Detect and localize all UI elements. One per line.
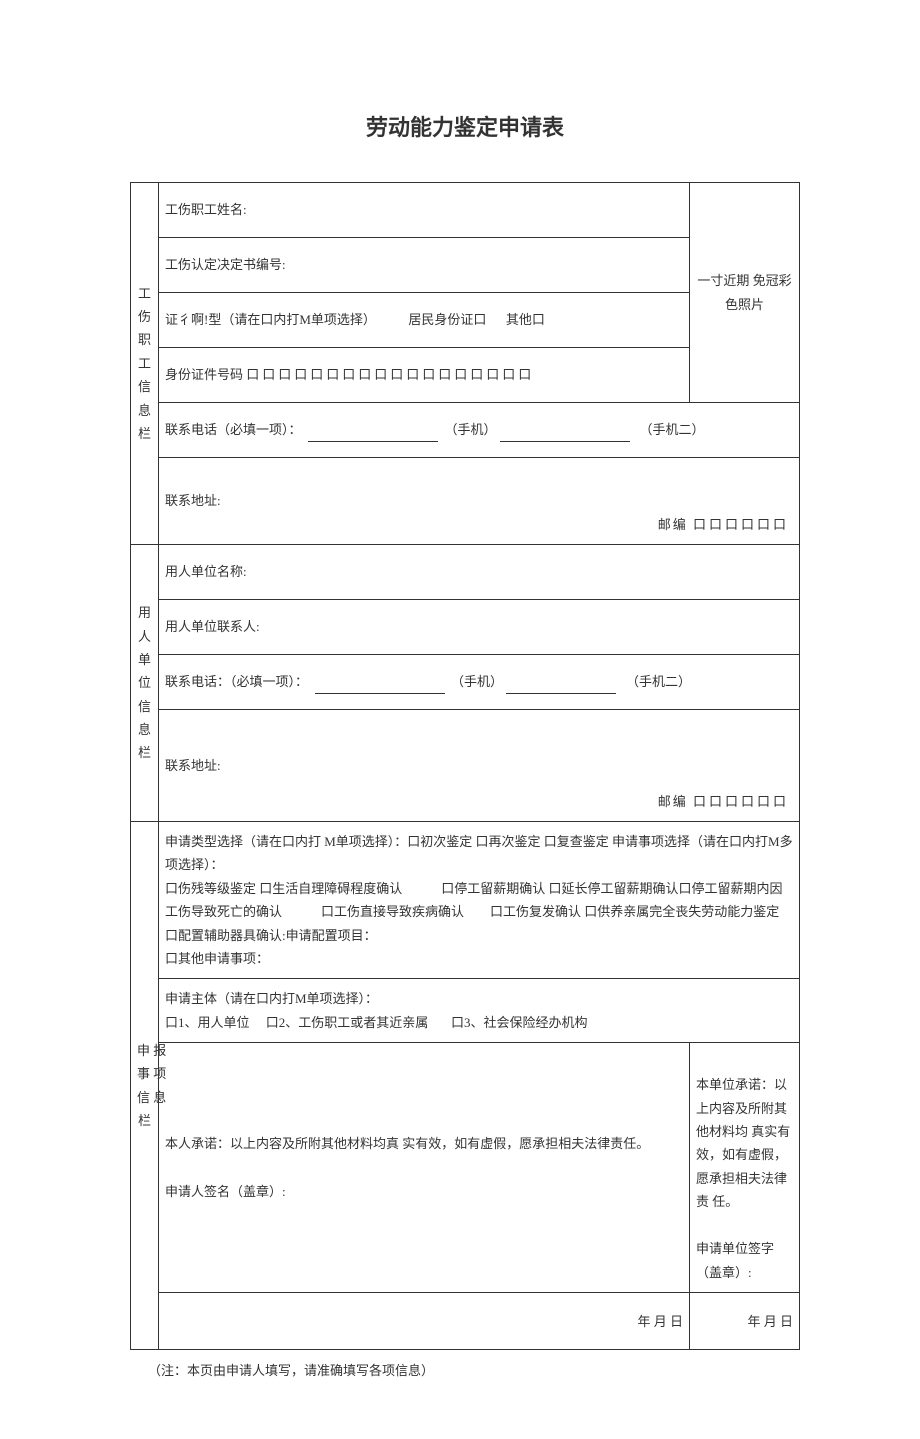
decision-no-row[interactable]: 工伤认定决定书编号: bbox=[159, 238, 690, 293]
employer-phone2-input[interactable] bbox=[506, 679, 616, 694]
apply-type-text: 申请类型选择（请在口内打 M单项选择）：口初次鉴定 口再次鉴定 口复查鉴定 申请… bbox=[165, 834, 818, 966]
employer-phone-label: 联系电话：（必填一项）： bbox=[165, 674, 308, 689]
date-unit: 年 月 日 bbox=[747, 1314, 793, 1329]
employer-phone-row[interactable]: 联系电话：（必填一项）： （手机） （手机二） bbox=[159, 655, 800, 710]
employer-name-row[interactable]: 用人单位名称: bbox=[159, 545, 800, 600]
section2-label: 用人单位信息栏 bbox=[131, 545, 159, 822]
photo-text: 一寸近期 免冠彩色照片 bbox=[697, 273, 791, 311]
employer-postal-boxes[interactable]: 口口口口口口 bbox=[693, 794, 789, 809]
photo-cell: 一寸近期 免冠彩色照片 bbox=[690, 183, 800, 403]
sign-person-label[interactable]: 申请人签名（盖章）: bbox=[165, 1180, 683, 1203]
employer-name-label: 用人单位名称: bbox=[165, 564, 247, 579]
employer-addr-label: 联系地址: bbox=[165, 758, 221, 773]
sign-unit-label[interactable]: 申请单位签字（盖章）: bbox=[696, 1237, 793, 1284]
employer-phone-m2: （手机二） bbox=[626, 674, 691, 689]
id-no-label: 身份证件号码 bbox=[165, 367, 243, 382]
worker-phone-label: 联系电话（必填一项）： bbox=[165, 422, 302, 437]
employer-phone1-input[interactable] bbox=[315, 679, 445, 694]
worker-phone1-input[interactable] bbox=[308, 427, 438, 442]
worker-name-row[interactable]: 工伤职工姓名: bbox=[159, 183, 690, 238]
apply-subject-opt3[interactable]: 口3、社会保险经办机构 bbox=[451, 1015, 588, 1030]
declare-unit-text: 本单位承诺：以上内容及所附其他材料均 真实有效，如有虚假，愿承担相夫法律责 任。 bbox=[696, 1073, 793, 1213]
worker-phone-m1: （手机） bbox=[445, 422, 497, 437]
decision-no-label: 工伤认定决定书编号: bbox=[165, 257, 286, 272]
apply-subject-opt1[interactable]: 口1、用人单位 bbox=[165, 1015, 250, 1030]
date-person-cell[interactable]: 年 月 日 bbox=[159, 1293, 690, 1350]
id-type-opt-other[interactable]: 其他口 bbox=[506, 312, 545, 327]
apply-subject-cell[interactable]: 申请主体（请在口内打M单项选择）： 口1、用人单位 口2、工伤职工或者其近亲属 … bbox=[159, 979, 800, 1043]
worker-phone-m2: （手机二） bbox=[640, 422, 705, 437]
id-no-row[interactable]: 身份证件号码 口口口口口口口口口口口口口口口口口口 bbox=[159, 348, 690, 403]
employer-postal-label: 邮编 bbox=[658, 794, 688, 809]
declare-unit-cell: 本单位承诺：以上内容及所附其他材料均 真实有效，如有虚假，愿承担相夫法律责 任。… bbox=[690, 1043, 800, 1293]
apply-subject-opt2[interactable]: 口2、工伤职工或者其近亲属 bbox=[266, 1015, 429, 1030]
section3-label: 申 报事 项信 息栏 bbox=[131, 822, 159, 1350]
footnote: （注：本页由申请人填写，请准确填写各项信息） bbox=[130, 1360, 800, 1379]
id-no-boxes[interactable]: 口口口口口口口口口口口口口口口口口口 bbox=[246, 367, 534, 382]
id-type-label: 证彳啊!型（请在口内打M单项选择） bbox=[165, 312, 376, 327]
worker-phone2-input[interactable] bbox=[500, 427, 630, 442]
date-person: 年 月 日 bbox=[637, 1314, 683, 1329]
apply-type-cell[interactable]: 申请类型选择（请在口内打 M单项选择）：口初次鉴定 口再次鉴定 口复查鉴定 申请… bbox=[159, 822, 800, 979]
section1-label: 工伤职工信息栏 bbox=[131, 183, 159, 545]
declare-person-cell: 本人承诺：以上内容及所附其他材料均真 实有效，如有虚假，愿承担相夫法律责任。 申… bbox=[159, 1043, 690, 1293]
employer-contact-row[interactable]: 用人单位联系人: bbox=[159, 600, 800, 655]
worker-postal-boxes[interactable]: 口口口口口口 bbox=[693, 517, 789, 532]
worker-phone-row[interactable]: 联系电话（必填一项）： （手机） （手机二） bbox=[159, 403, 800, 458]
page-title: 劳动能力鉴定申请表 bbox=[130, 110, 800, 142]
date-unit-cell[interactable]: 年 月 日 bbox=[690, 1293, 800, 1350]
employer-contact-label: 用人单位联系人: bbox=[165, 619, 260, 634]
declare-person-text: 本人承诺：以上内容及所附其他材料均真 实有效，如有虚假，愿承担相夫法律责任。 bbox=[165, 1132, 683, 1155]
employer-phone-m1: （手机） bbox=[451, 674, 503, 689]
id-type-opt-resident[interactable]: 居民身份证口 bbox=[408, 312, 486, 327]
worker-addr-row[interactable]: 联系地址: 邮编 口口口口口口 bbox=[159, 458, 800, 545]
worker-addr-label: 联系地址: bbox=[165, 493, 221, 508]
apply-subject-label: 申请主体（请在口内打M单项选择）： bbox=[165, 991, 378, 1006]
employer-addr-row[interactable]: 联系地址: 邮编 口口口口口口 bbox=[159, 710, 800, 822]
form-table: 工伤职工信息栏 工伤职工姓名: 一寸近期 免冠彩色照片 工伤认定决定书编号: 证… bbox=[130, 182, 800, 1350]
worker-postal-label: 邮编 bbox=[658, 517, 688, 532]
id-type-row[interactable]: 证彳啊!型（请在口内打M单项选择） 居民身份证口 其他口 bbox=[159, 293, 690, 348]
worker-name-label: 工伤职工姓名: bbox=[165, 202, 247, 217]
